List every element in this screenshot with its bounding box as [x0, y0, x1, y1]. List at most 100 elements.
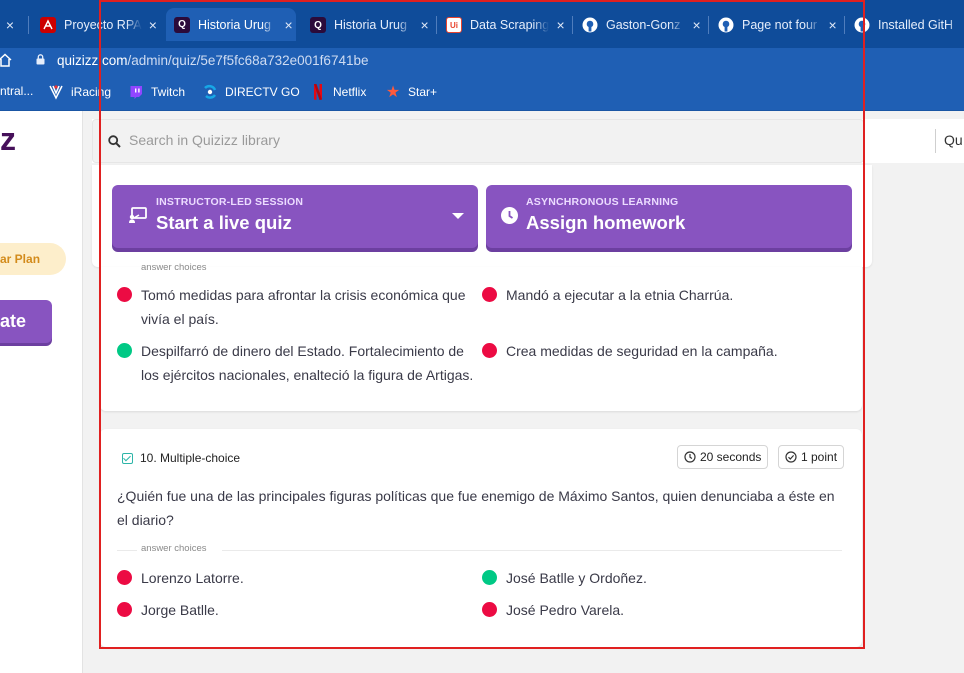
search-box[interactable]: [92, 119, 864, 163]
tab-close-icon[interactable]: ×: [146, 17, 160, 33]
answer-choice: Despilfarró de dinero del Estado. Fortal…: [117, 339, 480, 387]
left-sidebar: z ar Plan ate: [0, 111, 83, 673]
answer-choice: Jorge Batlle.: [117, 598, 477, 622]
github-icon: [718, 17, 734, 33]
tab-title: Installed GitH: [878, 18, 954, 32]
points-label: 1 point: [801, 450, 838, 464]
tab-close-icon[interactable]: ×: [553, 17, 568, 33]
live-session-title: Start a live quiz: [156, 212, 292, 233]
answer-choice: Tomó medidas para afrontar la crisis eco…: [117, 283, 480, 331]
tab-partial[interactable]: ×: [0, 9, 26, 41]
answer-text: José Batlle y Ordoñez.: [506, 570, 647, 586]
tab-data-scraping[interactable]: Ui Data Scraping ×: [438, 9, 568, 41]
homework-kicker: ASYNCHRONOUS LEARNING: [526, 196, 679, 208]
clock-icon: [684, 451, 696, 463]
uipath-icon: Ui: [446, 17, 462, 33]
github-icon: [854, 17, 870, 33]
tab-close-icon[interactable]: ×: [689, 17, 704, 33]
address-bar: quizizz.com/admin/quiz/5e7f5fc68a732e001…: [0, 48, 964, 74]
assign-homework-button[interactable]: ASYNCHRONOUS LEARNING Assign homework: [486, 185, 852, 248]
question-text: ¿Quién fue una de las principales figura…: [117, 488, 835, 528]
tab-title: Page not four: [742, 18, 818, 32]
tab-title: Historia Urug: [334, 18, 407, 32]
answer-text: Mandó a ejecutar a la etnia Charrúa.: [506, 287, 734, 303]
tab-historia[interactable]: Q Historia Urug ×: [302, 9, 432, 41]
divider: [222, 550, 842, 551]
tab-separator: [436, 16, 437, 34]
quizizz-logo[interactable]: z: [0, 121, 16, 158]
bookmark-directv[interactable]: DIRECTV GO: [202, 84, 300, 100]
url-field[interactable]: quizizz.com/admin/quiz/5e7f5fc68a732e001…: [57, 53, 368, 68]
answer-choice: Mandó a ejecutar a la etnia Charrúa.: [482, 283, 842, 307]
bookmark-star-plus[interactable]: ★ Star+: [385, 84, 438, 101]
upgrade-plan-pill[interactable]: ar Plan: [0, 243, 66, 275]
url-host: quizizz.com: [57, 53, 128, 68]
quizizz-icon: Q: [310, 17, 326, 33]
quiz-actions-card: INSTRUCTOR-LED SESSION Start a live quiz…: [92, 165, 872, 267]
points-badge[interactable]: 1 point: [778, 445, 845, 469]
bookmark-netflix[interactable]: Netflix: [310, 84, 366, 100]
search-input[interactable]: [129, 132, 629, 148]
lock-icon[interactable]: [36, 54, 45, 65]
tab-separator: [708, 16, 709, 34]
tab-close-icon[interactable]: ×: [825, 17, 840, 33]
answer-text: Jorge Batlle.: [141, 602, 219, 618]
home-icon[interactable]: [0, 53, 12, 67]
url-path: /admin/quiz/5e7f5fc68a732e001f6741be: [127, 53, 369, 68]
quiz-admin-page: z ar Plan ate Qu INSTRUCTOR-LED SESSION …: [0, 111, 964, 673]
question-type: 10. Multiple-choice: [122, 451, 240, 465]
question-card-9: answer choices Tomó medidas para afronta…: [100, 262, 862, 411]
bookmark-label: ntral...: [0, 84, 34, 98]
tab-close-icon[interactable]: ×: [417, 17, 432, 33]
homework-title: Assign homework: [526, 212, 686, 233]
correct-dot: [482, 570, 497, 585]
search-right-label[interactable]: Qu: [944, 132, 963, 148]
incorrect-dot: [117, 287, 132, 302]
time-badge[interactable]: 20 seconds: [677, 445, 769, 469]
clock-icon: [501, 207, 518, 224]
bookmarks-bar: ntral... iRacing Twitch DIRECTV GO Netfl…: [0, 74, 964, 111]
presentation-icon: [129, 207, 147, 223]
correct-dot: [117, 343, 132, 358]
divider: [117, 550, 137, 551]
bookmark-twitch[interactable]: Twitch: [128, 84, 185, 100]
answer-text: Lorenzo Latorre.: [141, 570, 244, 586]
bookmark-iracing[interactable]: iRacing: [48, 84, 111, 100]
checkbox-icon: [122, 452, 133, 464]
create-button[interactable]: ate: [0, 300, 52, 343]
tab-gaston-gonz[interactable]: Gaston-Gonz ×: [574, 9, 704, 41]
tab-installed-github[interactable]: Installed GitH: [846, 9, 964, 41]
tab-page-not-found[interactable]: Page not four ×: [710, 9, 840, 41]
bookmark-label: Netflix: [333, 85, 367, 99]
answer-text: Tomó medidas para afrontar la crisis eco…: [141, 287, 466, 327]
incorrect-dot: [482, 343, 497, 358]
start-live-quiz-button[interactable]: INSTRUCTOR-LED SESSION Start a live quiz: [112, 185, 478, 248]
tab-historia-active[interactable]: Q Historia Urug ×: [166, 8, 296, 41]
answer-choices-label: answer choices: [141, 262, 207, 273]
tab-proyecto-rpa[interactable]: Proyecto RPA ×: [32, 9, 160, 41]
time-label: 20 seconds: [700, 450, 762, 464]
bookmark-label: Twitch: [151, 85, 186, 99]
tab-close-icon[interactable]: ×: [2, 17, 18, 33]
answer-text: José Pedro Varela.: [506, 602, 625, 618]
answer-choice: Lorenzo Latorre.: [117, 566, 477, 590]
tab-title: Gaston-Gonz: [606, 18, 681, 32]
tab-separator: [844, 16, 845, 34]
tab-title: Historia Urug: [198, 17, 271, 32]
netflix-icon: [310, 84, 326, 100]
bookmark-label: Star+: [408, 85, 438, 99]
twitch-icon: [128, 84, 144, 100]
tab-close-icon[interactable]: ×: [281, 17, 296, 33]
tab-separator: [572, 16, 573, 34]
github-icon: [582, 17, 598, 33]
answer-choice: José Batlle y Ordoñez.: [482, 566, 842, 590]
bookmark-central[interactable]: ntral...: [0, 84, 33, 98]
incorrect-dot: [117, 570, 132, 585]
pdf-icon: [40, 17, 56, 33]
incorrect-dot: [482, 287, 497, 302]
question-type-label: 10. Multiple-choice: [140, 451, 241, 465]
browser-tab-strip: × Proyecto RPA × Q Historia Urug × Q His…: [0, 0, 964, 48]
tab-title: Proyecto RPA: [64, 18, 142, 32]
check-circle-icon: [785, 451, 797, 463]
caret-down-icon[interactable]: [452, 213, 464, 219]
